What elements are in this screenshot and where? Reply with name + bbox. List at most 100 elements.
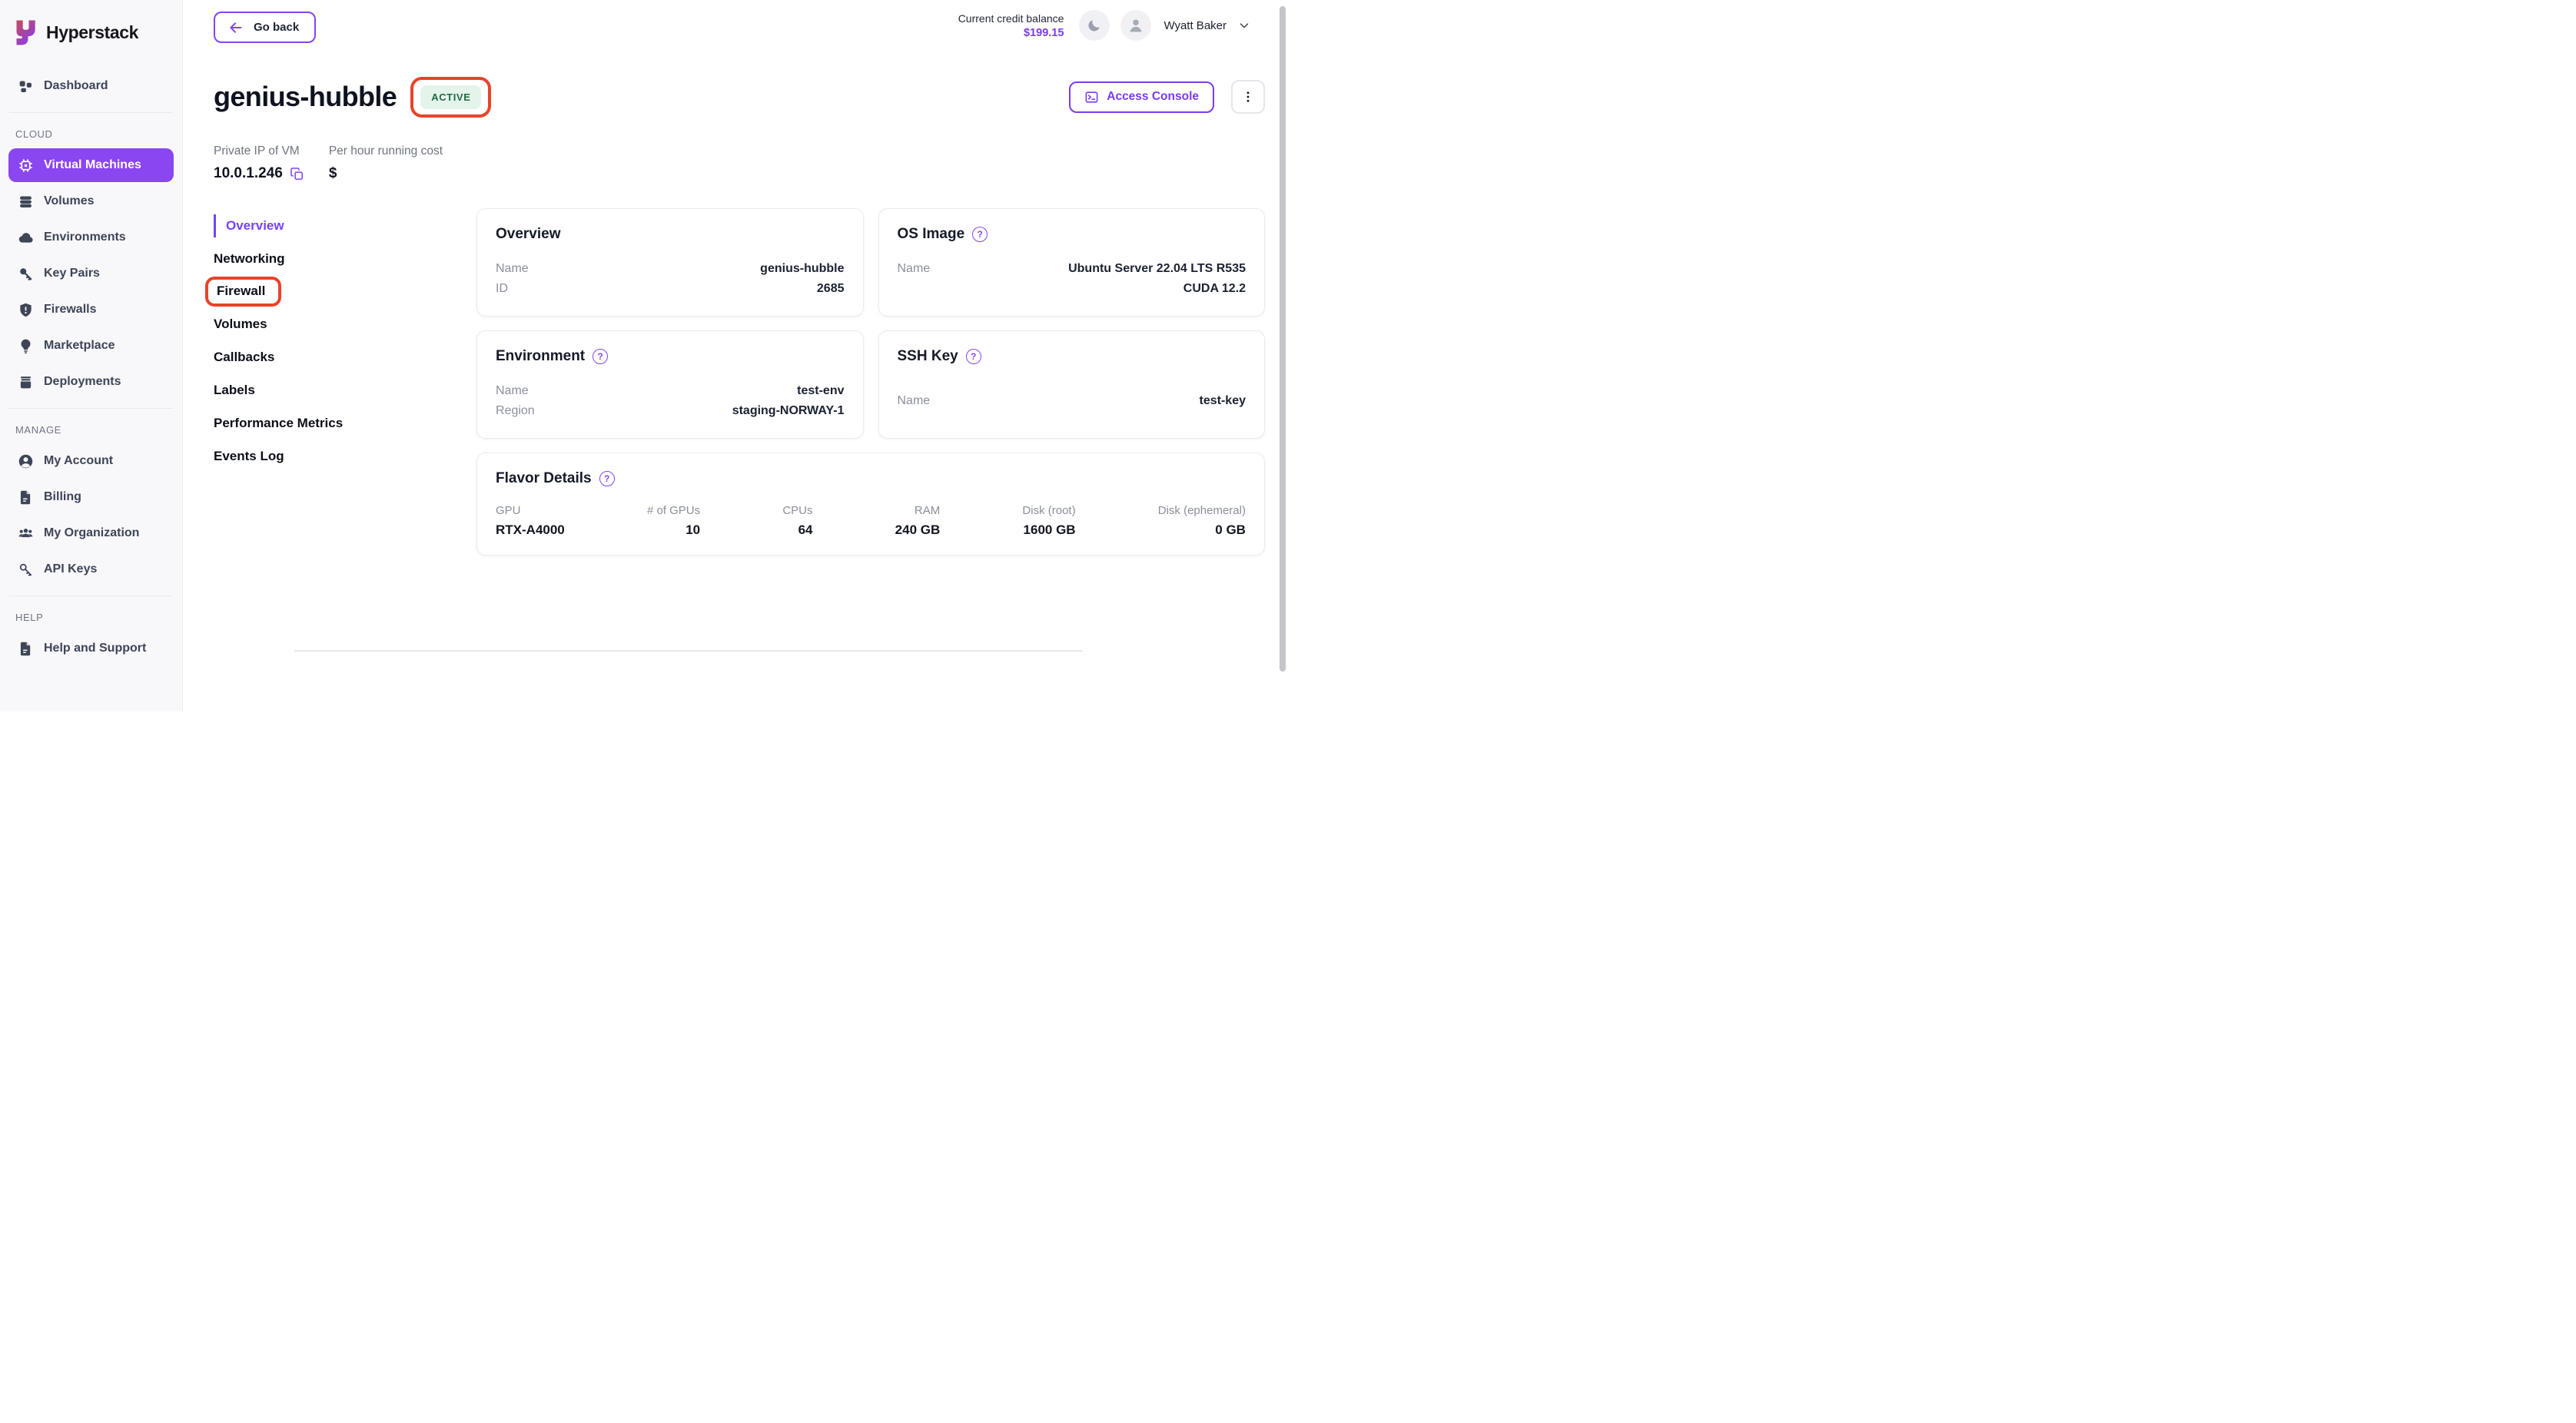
subnav-item-volumes[interactable]: Volumes <box>214 313 267 336</box>
sidebar-section-cloud: CLOUD <box>15 128 53 140</box>
sidebar-divider <box>9 595 173 596</box>
sidebar-item-marketplace[interactable]: Marketplace <box>8 329 174 363</box>
arrow-left-icon <box>227 19 244 36</box>
user-avatar-icon <box>1127 16 1145 35</box>
cost-value: $ <box>328 165 337 181</box>
help-icon[interactable]: ? <box>593 349 609 364</box>
terminal-icon <box>1084 90 1099 104</box>
avatar[interactable] <box>1120 10 1152 41</box>
flavor-col-disk-ephemeral: Disk (ephemeral) 0 GB <box>1157 504 1246 537</box>
sidebar-item-label: Key Pairs <box>44 267 100 280</box>
brand-logo[interactable]: Hyperstack <box>0 0 182 57</box>
cost-label: Per hour running cost <box>328 144 443 158</box>
subnav-item-events-log[interactable]: Events Log <box>214 445 284 468</box>
environment-card: Environment ? Name test-env Region stagi… <box>476 330 864 439</box>
shield-alert-icon <box>18 302 34 318</box>
credit-balance-label: Current credit balance <box>958 12 1064 25</box>
help-icon[interactable]: ? <box>965 349 981 364</box>
sidebar-item-label: Deployments <box>44 375 121 388</box>
copy-icon[interactable] <box>290 167 304 181</box>
people-icon <box>18 526 34 542</box>
kebab-menu-icon <box>1241 90 1255 104</box>
credit-balance: Current credit balance $199.15 <box>958 12 1064 39</box>
key-icon <box>18 266 34 282</box>
sidebar-item-billing[interactable]: Billing <box>8 480 174 514</box>
sidebar-item-virtual-machines[interactable]: Virtual Machines <box>8 148 174 182</box>
overview-card: Overview Name genius-hubble ID 2685 <box>476 208 864 317</box>
subnav-item-performance-metrics[interactable]: Performance Metrics <box>214 412 343 435</box>
subnav-item-networking[interactable]: Networking <box>214 247 285 270</box>
subnav-item-firewall[interactable]: Firewall <box>205 277 282 307</box>
go-back-label: Go back <box>254 21 300 34</box>
topbar: Go back Current credit balance $199.15 W… <box>214 0 1265 54</box>
sidebar-item-label: Environments <box>44 231 126 244</box>
environment-card-title: Environment <box>496 348 586 364</box>
sidebar-item-label: API Keys <box>44 562 98 576</box>
sidebar-item-label: Billing <box>44 490 81 503</box>
dark-mode-toggle[interactable] <box>1079 10 1110 41</box>
subnav-item-labels[interactable]: Labels <box>214 379 255 402</box>
flavor-col-disk-root: Disk (root) 1600 GB <box>1022 504 1076 537</box>
cloud-icon <box>18 230 34 246</box>
detail-cards: Overview Name genius-hubble ID 2685 OS I… <box>476 208 1265 556</box>
sidebar-item-label: Volumes <box>44 194 95 207</box>
sidebar-item-label: Virtual Machines <box>44 158 141 171</box>
sidebar-item-volumes[interactable]: Volumes <box>8 184 174 218</box>
chevron-down-icon[interactable] <box>1237 18 1251 32</box>
stack-icon <box>18 194 34 210</box>
ssh-key-card: SSH Key ? Name test-key <box>878 330 1265 439</box>
sidebar-item-help-and-support[interactable]: Help and Support <box>8 632 174 665</box>
help-icon[interactable]: ? <box>599 471 615 486</box>
lightbulb-icon <box>18 338 34 354</box>
user-circle-icon <box>18 453 34 469</box>
page-header: genius-hubble ACTIVE Access Console <box>214 72 1265 121</box>
document-icon <box>18 641 34 657</box>
flavor-details-card: Flavor Details ? GPU RTX-A4000 # of GPUs… <box>476 453 1265 556</box>
content-row: Overview Networking Firewall Volumes Cal… <box>205 208 1265 556</box>
sidebar-item-label: My Account <box>44 454 114 467</box>
access-console-button[interactable]: Access Console <box>1069 81 1214 113</box>
sidebar-item-environments[interactable]: Environments <box>8 221 174 254</box>
dashboard-icon <box>18 78 34 95</box>
flavor-col-gpu: GPU RTX-A4000 <box>496 504 565 537</box>
sidebar-item-label: Dashboard <box>44 79 108 92</box>
header-actions: Access Console <box>1069 80 1265 114</box>
sidebar-item-my-organization[interactable]: My Organization <box>8 516 174 550</box>
private-ip-value: 10.0.1.246 <box>214 165 283 181</box>
vm-meta: Private IP of VM 10.0.1.246 Per hour run… <box>214 144 1265 182</box>
topbar-right: Current credit balance $199.15 Wyatt Bak… <box>958 10 1251 41</box>
subnav-item-callbacks[interactable]: Callbacks <box>214 346 274 369</box>
key-outline-icon <box>18 562 34 578</box>
vertical-scrollbar[interactable] <box>1280 6 1286 672</box>
flavor-col-ram: RAM 240 GB <box>895 504 941 537</box>
sidebar-item-key-pairs[interactable]: Key Pairs <box>8 257 174 290</box>
card-row: ID 2685 <box>496 282 845 295</box>
sidebar-section-help: HELP <box>15 612 44 623</box>
sidebar-item-deployments[interactable]: Deployments <box>8 365 174 399</box>
private-ip-stat: Private IP of VM 10.0.1.246 <box>214 144 304 182</box>
subnav-item-overview[interactable]: Overview <box>214 214 284 237</box>
sidebar-item-label: Firewalls <box>44 303 97 316</box>
main-content: Go back Current credit balance $199.15 W… <box>183 0 1288 712</box>
user-name: Wyatt Baker <box>1164 18 1227 32</box>
annotation-box-active-badge: ACTIVE <box>410 76 492 118</box>
status-badge: ACTIVE <box>420 85 482 109</box>
brand-name: Hyperstack <box>46 22 139 42</box>
page-title: genius-hubble <box>214 81 397 112</box>
sidebar-item-label: Marketplace <box>44 339 115 352</box>
help-icon[interactable]: ? <box>972 227 988 242</box>
document-icon <box>18 489 34 506</box>
section-divider <box>294 650 1083 652</box>
more-actions-button[interactable] <box>1231 80 1265 114</box>
sidebar-item-api-keys[interactable]: API Keys <box>8 552 174 586</box>
sidebar-item-dashboard[interactable]: Dashboard <box>8 69 174 103</box>
os-image-card-title: OS Image <box>897 226 965 242</box>
cost-stat: Per hour running cost $ <box>329 144 443 182</box>
sidebar-item-my-account[interactable]: My Account <box>8 444 174 478</box>
go-back-button[interactable]: Go back <box>214 12 317 43</box>
sidebar-item-firewalls[interactable]: Firewalls <box>8 293 174 327</box>
sidebar-item-label: Help and Support <box>44 642 147 655</box>
sidebar-divider <box>9 408 173 409</box>
card-row: Name Ubuntu Server 22.04 LTS R535 CUDA 1… <box>897 262 1247 295</box>
card-row: Name test-env <box>496 384 845 397</box>
